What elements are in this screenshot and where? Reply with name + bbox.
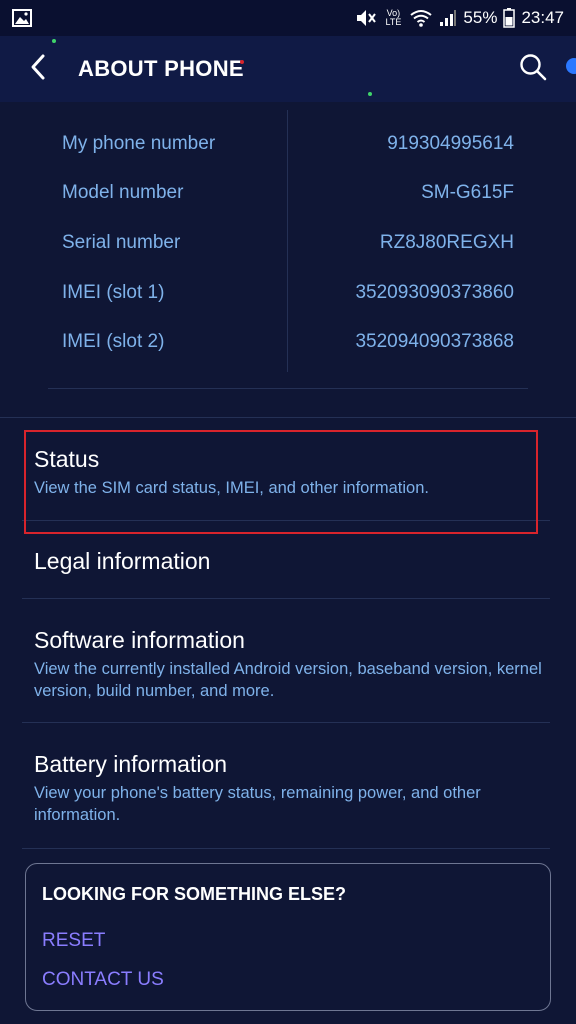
info-value: RZ8J80REGXH — [379, 232, 514, 253]
device-info-grid: My phone number 919304995614 Model numbe… — [0, 102, 576, 418]
edge-panel-handle[interactable] — [566, 58, 576, 74]
decor-dot — [240, 60, 244, 64]
back-arrow-icon — [29, 53, 47, 86]
menu-item-software-information[interactable]: Software information View the currently … — [34, 626, 554, 702]
info-value: SM-G615F — [421, 182, 514, 203]
info-label: Model number — [62, 182, 184, 203]
search-button[interactable] — [514, 50, 552, 88]
wifi-icon — [409, 8, 433, 28]
info-row-serial-number: Serial number RZ8J80REGXH — [62, 219, 514, 267]
menu-item-subtitle: View the currently installed Android ver… — [34, 660, 542, 700]
app-bar: ABOUT PHONE — [0, 36, 576, 102]
battery-percentage: 55% — [463, 8, 498, 27]
signal-icon — [439, 9, 457, 27]
menu-item-subtitle: View your phone's battery status, remain… — [34, 784, 481, 824]
info-label: IMEI (slot 2) — [62, 331, 165, 352]
highlight-annotation — [24, 430, 538, 534]
info-row-imei-slot-1: IMEI (slot 1) 352093090373860 — [62, 269, 514, 317]
info-label: My phone number — [62, 133, 216, 154]
gallery-notification-icon — [12, 9, 32, 27]
back-button[interactable] — [8, 36, 68, 102]
info-value: 352093090373860 — [355, 282, 514, 303]
divider — [22, 722, 550, 723]
battery-icon — [503, 8, 516, 28]
info-value: 352094090373868 — [355, 331, 514, 352]
mute-icon — [355, 8, 377, 28]
divider — [22, 598, 550, 599]
info-row-imei-slot-2: IMEI (slot 2) 352094090373868 — [62, 318, 514, 366]
card-title: LOOKING FOR SOMETHING ELSE? — [42, 884, 347, 904]
info-value: 919304995614 — [387, 133, 514, 154]
volte-label: Vo) LTE — [385, 8, 402, 27]
menu-item-legal-information[interactable]: Legal information — [34, 547, 554, 575]
decor-dot — [52, 39, 56, 43]
info-row-model-number: Model number SM-G615F — [62, 169, 514, 217]
volte-icon: Vo) LTE — [383, 9, 403, 27]
divider — [22, 848, 550, 849]
divider — [0, 417, 576, 418]
info-label: Serial number — [62, 232, 181, 253]
contact-us-link[interactable]: CONTACT US — [42, 969, 164, 991]
menu-item-battery-information[interactable]: Battery information View your phone's ba… — [34, 750, 554, 826]
page-title: ABOUT PHONE — [78, 56, 244, 81]
menu-item-title: Legal information — [34, 548, 211, 574]
decor-dot — [368, 92, 372, 96]
menu-item-title: Software information — [34, 627, 245, 653]
info-label: IMEI (slot 1) — [62, 282, 165, 303]
looking-for-something-else-card: LOOKING FOR SOMETHING ELSE? RESET CONTAC… — [25, 863, 551, 1011]
divider — [48, 388, 528, 389]
reset-link[interactable]: RESET — [42, 930, 105, 952]
info-row-phone-number: My phone number 919304995614 — [62, 120, 514, 168]
menu-item-title: Battery information — [34, 751, 228, 777]
status-bar: Vo) LTE 55% 23:47 — [0, 0, 576, 36]
clock: 23:47 — [521, 8, 564, 27]
search-icon — [519, 53, 547, 86]
